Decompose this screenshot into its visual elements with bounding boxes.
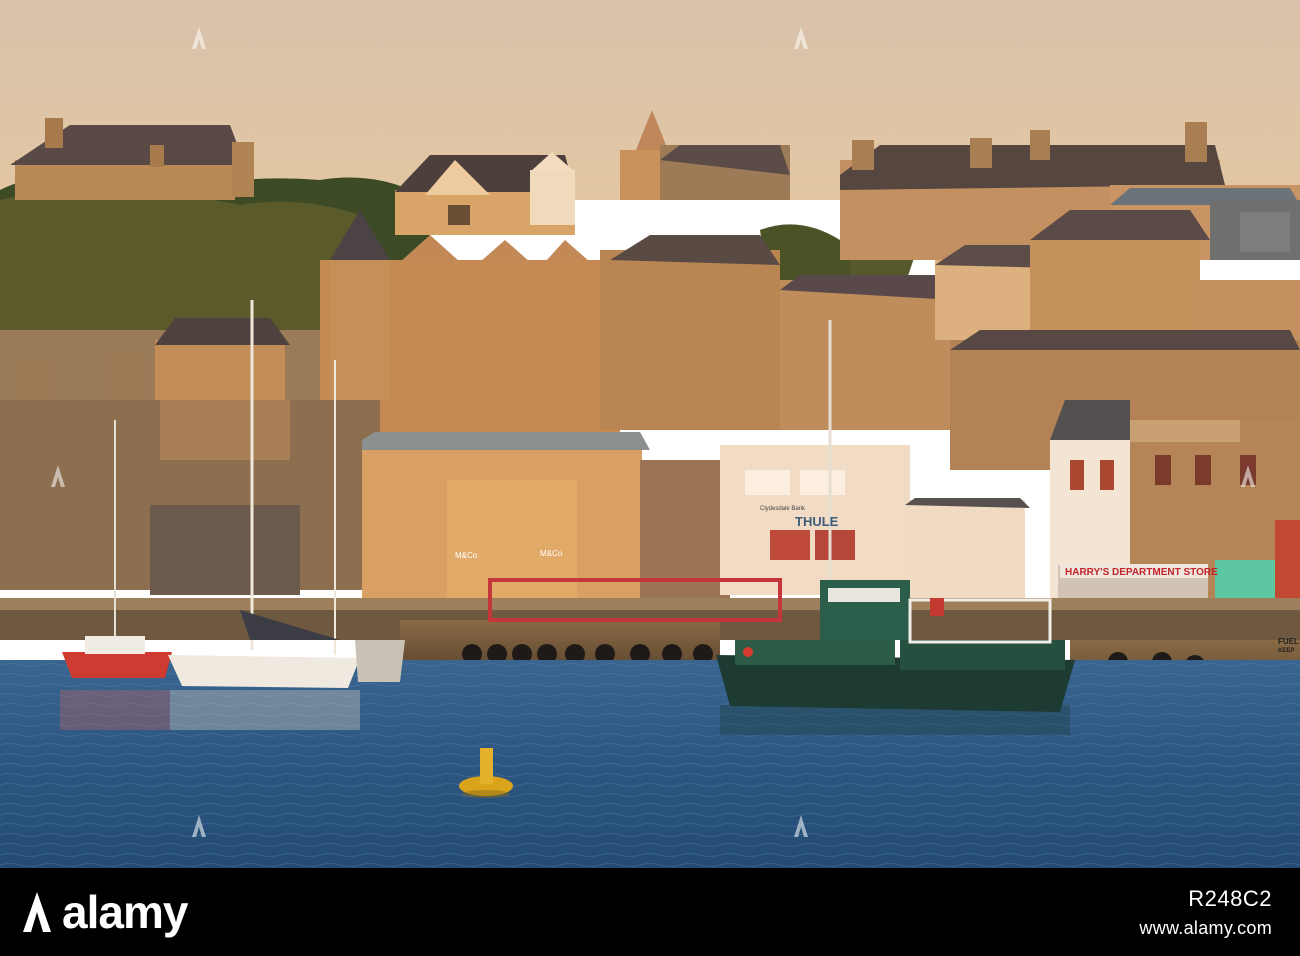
image-info: R248C2 www.alamy.com (1139, 886, 1272, 939)
bank-sign: Clydesdale Bank (760, 506, 806, 512)
fuel-sign: FUEL (1278, 637, 1299, 646)
alamy-logo[interactable]: alamy (22, 885, 188, 939)
keep-sign: KEEP (1278, 648, 1294, 654)
mandco-sign-right: M&Co (540, 549, 563, 558)
thule-sign: THULE (795, 514, 839, 529)
site-url[interactable]: www.alamy.com (1139, 918, 1272, 939)
harbour-photo: HARRY'S DEPARTMENT STORE THULE Clydesdal… (0, 0, 1300, 868)
harbour-scene: HARRY'S DEPARTMENT STORE THULE Clydesdal… (0, 0, 1300, 868)
brand-name: alamy (62, 886, 188, 938)
alamy-logo-icon (23, 892, 51, 932)
mandco-sign-left: M&Co (455, 551, 478, 560)
store-sign: HARRY'S DEPARTMENT STORE (1065, 567, 1218, 578)
footer-bar: alamy R248C2 www.alamy.com (0, 868, 1300, 956)
image-id: R248C2 (1188, 885, 1272, 911)
